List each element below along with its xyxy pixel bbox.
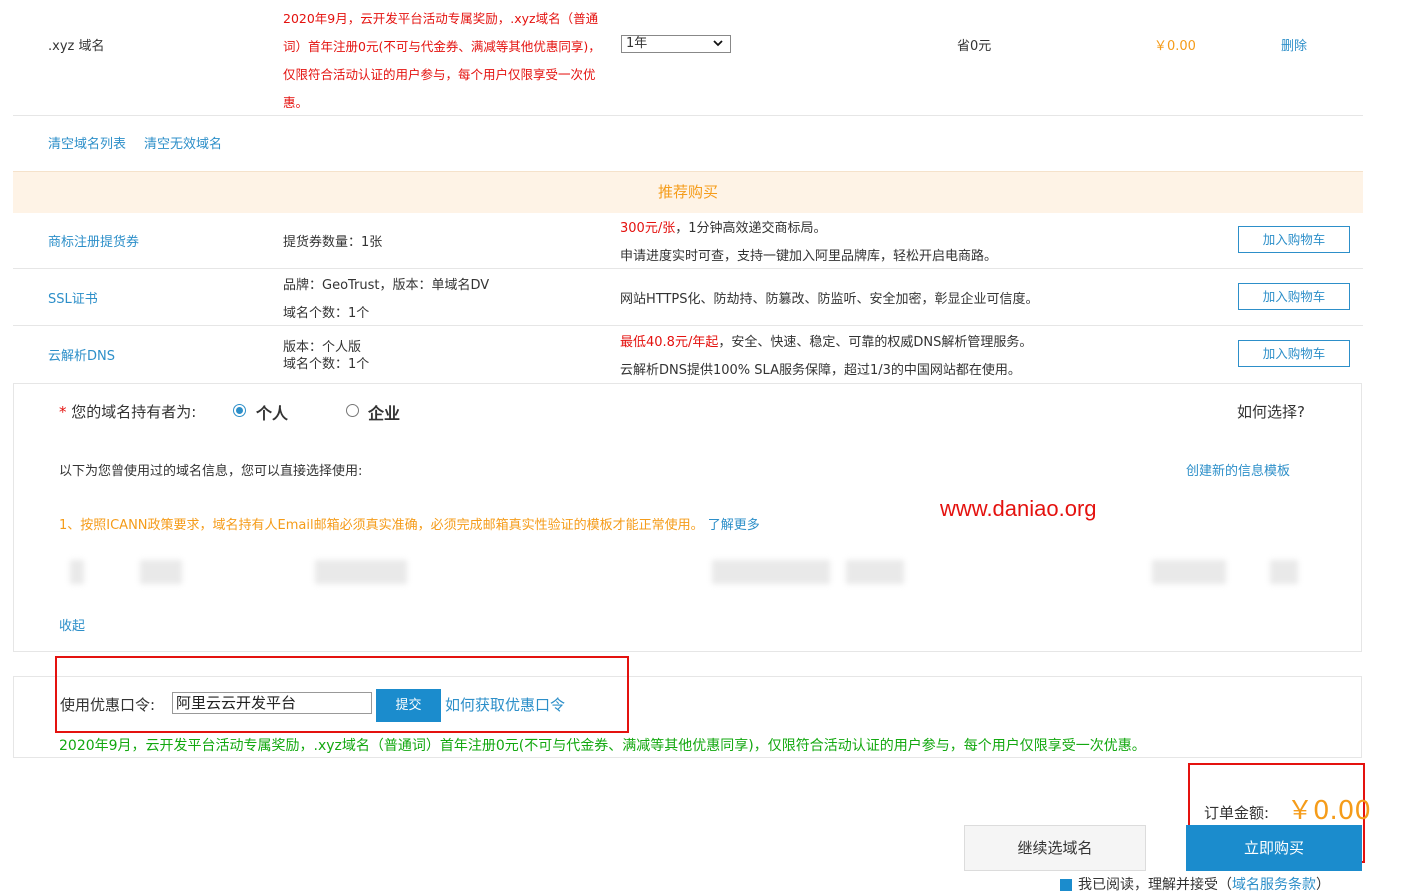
recommend-header: 推荐购买 (13, 171, 1363, 213)
redacted-block (1270, 560, 1298, 584)
radio-company[interactable] (346, 404, 359, 417)
learn-more-link[interactable]: 了解更多 (708, 518, 760, 533)
recommend-spec: 品牌：GeoTrust，版本：单域名DV (283, 278, 490, 293)
continue-select-domain-button[interactable]: 继续选域名 (964, 825, 1146, 871)
recommend-item-ssl[interactable]: SSL证书 (48, 288, 98, 307)
divider (13, 115, 1363, 116)
domain-name: .xyz 域名 (48, 39, 105, 54)
recommend-desc-line2: 云解析DNS提供100% SLA服务保障，超过1/3的中国网站都在使用。 (620, 363, 1021, 378)
save-amount: 省0元 (957, 39, 992, 54)
option-personal-label[interactable]: 个人 (256, 400, 288, 424)
redacted-block (70, 560, 84, 584)
recommend-price-highlight: 300元/张 (620, 221, 676, 236)
recommend-desc: 300元/张，1分钟高效递交商标局。 (620, 217, 826, 236)
add-to-cart-button[interactable]: 加入购物车 (1238, 226, 1350, 253)
recommend-price-highlight: 最低40.8元/年起 (620, 335, 719, 350)
period-select[interactable]: 1年 (621, 35, 731, 53)
template-hint: 以下为您曾使用过的域名信息，您可以直接选择使用: (59, 464, 363, 479)
recommend-desc-text: ，安全、快速、稳定、可靠的权威DNS解析管理服务。 (718, 335, 1033, 350)
period-value: 1年 (626, 36, 648, 51)
agreement-text: 我已阅读，理解并接受 (1078, 877, 1218, 893)
recommend-desc-text: ，1分钟高效递交商标局。 (675, 221, 827, 236)
chevron-down-icon (712, 37, 724, 54)
redacted-block (140, 560, 182, 584)
collapse-link[interactable]: 收起 (59, 615, 85, 634)
add-to-cart-button[interactable]: 加入购物车 (1238, 340, 1350, 367)
domain-price: ￥0.00 (1154, 39, 1196, 54)
coupon-applied-message: 2020年9月，云开发平台活动专属奖励，.xyz域名（普通词）首年注册0元(不可… (59, 738, 1146, 754)
recommend-desc-line2: 申请进度实时可查，支持一键加入阿里品牌库，轻松开启电商路。 (620, 249, 998, 264)
holder-label: * 您的域名持有者为: (59, 401, 196, 422)
domain-promo-text: 2020年9月，云开发平台活动专属奖励，.xyz域名（普通词）首年注册0元(不可… (283, 11, 601, 110)
coupon-label: 使用优惠口令: (60, 696, 156, 714)
recommend-item-trademark[interactable]: 商标注册提货券 (48, 231, 139, 250)
redacted-block (1152, 560, 1226, 584)
recommend-spec-line2: 域名个数：1个 (283, 357, 370, 372)
agreement-checkbox[interactable] (1060, 879, 1072, 891)
icann-notice: 1、按照ICANN政策要求，域名持有人Email邮箱必须真实准确，必须完成邮箱真… (59, 514, 760, 533)
option-company-label[interactable]: 企业 (368, 400, 400, 424)
redacted-block (712, 560, 830, 584)
recommend-desc: 网站HTTPS化、防劫持、防篡改、防监听、安全加密，彰显企业可信度。 (620, 292, 1039, 307)
create-template-link[interactable]: 创建新的信息模板 (1186, 460, 1290, 479)
delete-link[interactable]: 删除 (1281, 35, 1307, 54)
recommend-spec-line2: 域名个数：1个 (283, 306, 370, 321)
coupon-input[interactable]: 阿里云云开发平台 (172, 692, 372, 714)
holder-label-text: 您的域名持有者为: (71, 403, 197, 421)
agreement-line: 我已阅读，理解并接受（域名服务条款） (1060, 874, 1330, 894)
divider (13, 268, 1363, 269)
order-total-label: 订单金额: (1204, 804, 1270, 822)
required-mark: * (59, 403, 67, 421)
order-total-value: ￥0.00 (1287, 796, 1371, 826)
redacted-block (315, 560, 407, 584)
redacted-block (846, 560, 904, 584)
buy-now-button[interactable]: 立即购买 (1186, 825, 1362, 871)
clear-list-link[interactable]: 清空域名列表 (48, 133, 126, 152)
recommend-desc: 最低40.8元/年起，安全、快速、稳定、可靠的权威DNS解析管理服务。 (620, 331, 1032, 350)
coupon-submit-button[interactable]: 提交 (376, 689, 441, 722)
recommend-item-dns[interactable]: 云解析DNS (48, 345, 115, 364)
how-to-get-coupon-link[interactable]: 如何获取优惠口令 (445, 694, 565, 715)
icann-notice-text: 1、按照ICANN政策要求，域名持有人Email邮箱必须真实准确，必须完成邮箱真… (59, 518, 704, 533)
how-to-choose-link[interactable]: 如何选择? (1237, 401, 1305, 422)
clear-invalid-link[interactable]: 清空无效域名 (144, 133, 222, 152)
add-to-cart-button[interactable]: 加入购物车 (1238, 283, 1350, 310)
recommend-spec: 提货券数量：1张 (283, 235, 383, 250)
radio-personal[interactable] (233, 404, 246, 417)
divider (13, 325, 1363, 326)
watermark-text: www.daniao.org (940, 496, 1097, 521)
agreement-link[interactable]: 域名服务条款 (1232, 877, 1316, 893)
